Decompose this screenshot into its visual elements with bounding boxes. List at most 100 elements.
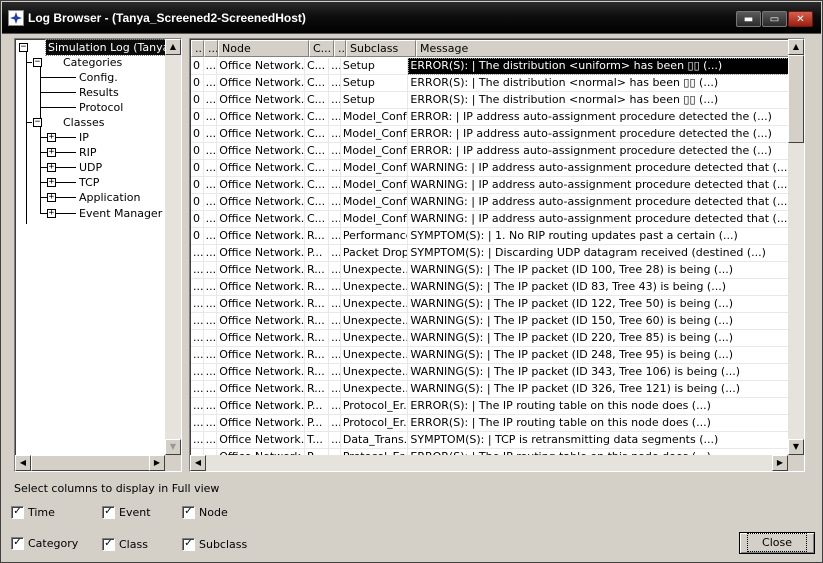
table-row[interactable]: 0...Office Network.I...C......Model_Conf… xyxy=(191,211,789,228)
time-checkbox[interactable]: ✓ Time xyxy=(11,505,55,519)
minimize-button[interactable]: ▬ xyxy=(736,11,761,27)
table-row[interactable]: ......Office Network....R......Unexpecte… xyxy=(191,279,789,296)
tree-scroll-up-icon[interactable]: ▲ xyxy=(165,39,181,55)
table-cell: ... xyxy=(203,296,218,313)
expand-rip-icon[interactable]: + xyxy=(47,148,56,157)
table-cell: ERROR: | IP address auto-assignment proc… xyxy=(408,143,789,160)
table-row[interactable]: 0...Office Network.I...C......SetupERROR… xyxy=(191,92,789,109)
tree-scroll-left-icon[interactable]: ◀ xyxy=(15,455,31,471)
table-cell: Office Network.I... xyxy=(217,75,305,92)
table-cell: ... xyxy=(191,245,204,262)
tree-node-results[interactable]: Results xyxy=(79,85,119,100)
column-header-5[interactable]: Subclass xyxy=(346,40,416,57)
table-row[interactable]: 0...Office Network.I...C......Model_Conf… xyxy=(191,160,789,177)
tree-node-event-manager[interactable]: Event Manager xyxy=(79,206,162,221)
expand-ip-icon[interactable]: + xyxy=(47,133,56,142)
table-row[interactable]: ......Office Network....R......Unexpecte… xyxy=(191,381,789,398)
category-checkbox[interactable]: ✓ Category xyxy=(11,536,78,550)
close-button[interactable]: Close xyxy=(739,532,815,554)
column-header-4[interactable]: ... xyxy=(334,40,346,57)
expand-tcp-icon[interactable]: + xyxy=(47,178,56,187)
table-row[interactable]: ......Office Network....P......Protocol_… xyxy=(191,398,789,415)
subclass-checkbox[interactable]: ✓ Subclass xyxy=(182,537,247,551)
tree-vertical-scrollbar[interactable]: ▲ ▼ xyxy=(165,39,181,455)
column-header-2[interactable]: Node xyxy=(218,40,309,57)
table-row[interactable]: 0...Office Network.I...R......Performanc… xyxy=(191,228,789,245)
tree-node-tcp[interactable]: TCP xyxy=(79,175,99,190)
table-scroll-right-icon[interactable]: ▶ xyxy=(772,455,788,471)
expand-application-icon[interactable]: + xyxy=(47,193,56,202)
tree-node-udp[interactable]: UDP xyxy=(79,160,102,175)
collapse-classes-icon[interactable]: − xyxy=(33,118,42,127)
tree-scroll-down-icon[interactable]: ▼ xyxy=(165,439,181,455)
column-header-0[interactable]: ... xyxy=(191,40,204,57)
tree-node-protocol[interactable]: Protocol xyxy=(79,100,123,115)
tree-node-simulation-log[interactable]: Simulation Log (Tanya_S xyxy=(45,39,165,56)
tree-horizontal-scrollbar[interactable]: ◀ ▶ xyxy=(15,455,165,471)
tree-node-rip[interactable]: RIP xyxy=(79,145,97,160)
table-row[interactable]: ......Office Network.I...T......Data_Tra… xyxy=(191,432,789,449)
tree-node-classes[interactable]: Classes xyxy=(63,115,104,130)
table-cell: ... xyxy=(203,245,218,262)
table-scroll-left-icon[interactable]: ◀ xyxy=(190,455,206,471)
table-row[interactable]: 0...Office Network.I...C......Model_Conf… xyxy=(191,109,789,126)
close-window-button[interactable]: ✕ xyxy=(788,11,813,27)
table-row[interactable]: ......Office Network....R......Unexpecte… xyxy=(191,296,789,313)
class-checkbox[interactable]: ✓ Class xyxy=(102,537,148,551)
table-horizontal-scrollbar[interactable]: ◀ ▶ xyxy=(190,455,788,471)
table-row[interactable]: ......Office Network....R......Unexpecte… xyxy=(191,347,789,364)
table-cell: 0 xyxy=(191,109,204,126)
table-cell: Unexpecte... xyxy=(340,330,409,347)
table-cell: P... xyxy=(304,245,330,262)
expand-udp-icon[interactable]: + xyxy=(47,163,56,172)
table-row[interactable]: ......Office Network....R......Unexpecte… xyxy=(191,262,789,279)
table-scroll-up-icon[interactable]: ▲ xyxy=(788,39,804,55)
table-cell: ... xyxy=(191,432,204,449)
log-tree[interactable]: − Simulation Log (Tanya_S − Categories C… xyxy=(14,38,182,472)
table-cell: R... xyxy=(304,364,330,381)
table-cell: ... xyxy=(203,262,218,279)
table-row[interactable]: ......Office Network.I...P......Protocol… xyxy=(191,415,789,432)
maximize-button[interactable]: ▭ xyxy=(762,11,787,27)
tree-scroll-right-icon[interactable]: ▶ xyxy=(149,455,165,471)
table-cell: Model_Conf... xyxy=(340,211,409,228)
table-row[interactable]: 0...Office Network.I...C......Model_Conf… xyxy=(191,194,789,211)
column-header-6[interactable]: Message xyxy=(416,40,804,57)
tree-node-categories[interactable]: Categories xyxy=(63,55,122,70)
column-header-1[interactable]: ... xyxy=(204,40,218,57)
table-vertical-scrollbar[interactable]: ▲ ▼ xyxy=(788,39,804,455)
table-scroll-thumb[interactable] xyxy=(788,55,804,143)
table-body[interactable]: 0...Office Network.I...C......SetupERROR… xyxy=(191,58,789,455)
collapse-categories-icon[interactable]: − xyxy=(33,58,42,67)
tree-node-config[interactable]: Config. xyxy=(79,70,118,85)
expand-event-manager-icon[interactable]: + xyxy=(47,209,56,218)
node-checkbox[interactable]: ✓ Node xyxy=(182,505,228,519)
table-row[interactable]: ......Office Network....R......Unexpecte… xyxy=(191,330,789,347)
table-row[interactable]: 0...Office Network.I...C......Model_Conf… xyxy=(191,126,789,143)
table-cell: WARNING(S): | The IP packet (ID 248, Tre… xyxy=(408,347,789,364)
table-cell: WARNING(S): | The IP packet (ID 83, Tree… xyxy=(408,279,789,296)
event-checkbox[interactable]: ✓ Event xyxy=(102,505,151,519)
table-row[interactable]: ......Office Network.I...P......Packet D… xyxy=(191,245,789,262)
table-cell: Office Network.I... xyxy=(217,92,305,109)
table-cell: 0 xyxy=(191,126,204,143)
tree-scroll-thumb[interactable] xyxy=(31,455,159,471)
log-table[interactable]: ......NodeC......SubclassMessage 0...Off… xyxy=(189,38,805,472)
table-scroll-down-icon[interactable]: ▼ xyxy=(788,439,804,455)
table-row[interactable]: 0...Office Network.I...C......Model_Conf… xyxy=(191,177,789,194)
table-cell: ... xyxy=(191,296,204,313)
title-bar[interactable]: Log Browser - (Tanya_Screened2-ScreenedH… xyxy=(2,2,821,34)
collapse-root-icon[interactable]: − xyxy=(19,43,28,52)
table-cell: ... xyxy=(203,160,218,177)
tree-node-application[interactable]: Application xyxy=(79,190,140,205)
table-cell: WARNING: | IP address auto-assignment pr… xyxy=(408,211,789,228)
tree-node-ip[interactable]: IP xyxy=(79,130,89,145)
table-row[interactable]: ......Office Network....R......Unexpecte… xyxy=(191,313,789,330)
table-row[interactable]: 0...Office Network.I...C......Model_Conf… xyxy=(191,143,789,160)
table-cell: SYMPTOM(S): | TCP is retransmitting data… xyxy=(408,432,789,449)
table-cell: Office Network.... xyxy=(217,262,305,279)
table-row[interactable]: 0...Office Network.I...C......SetupERROR… xyxy=(191,58,789,75)
table-row[interactable]: 0...Office Network.I...C......SetupERROR… xyxy=(191,75,789,92)
column-header-3[interactable]: C... xyxy=(309,40,334,57)
table-row[interactable]: ......Office Network....R......Unexpecte… xyxy=(191,364,789,381)
